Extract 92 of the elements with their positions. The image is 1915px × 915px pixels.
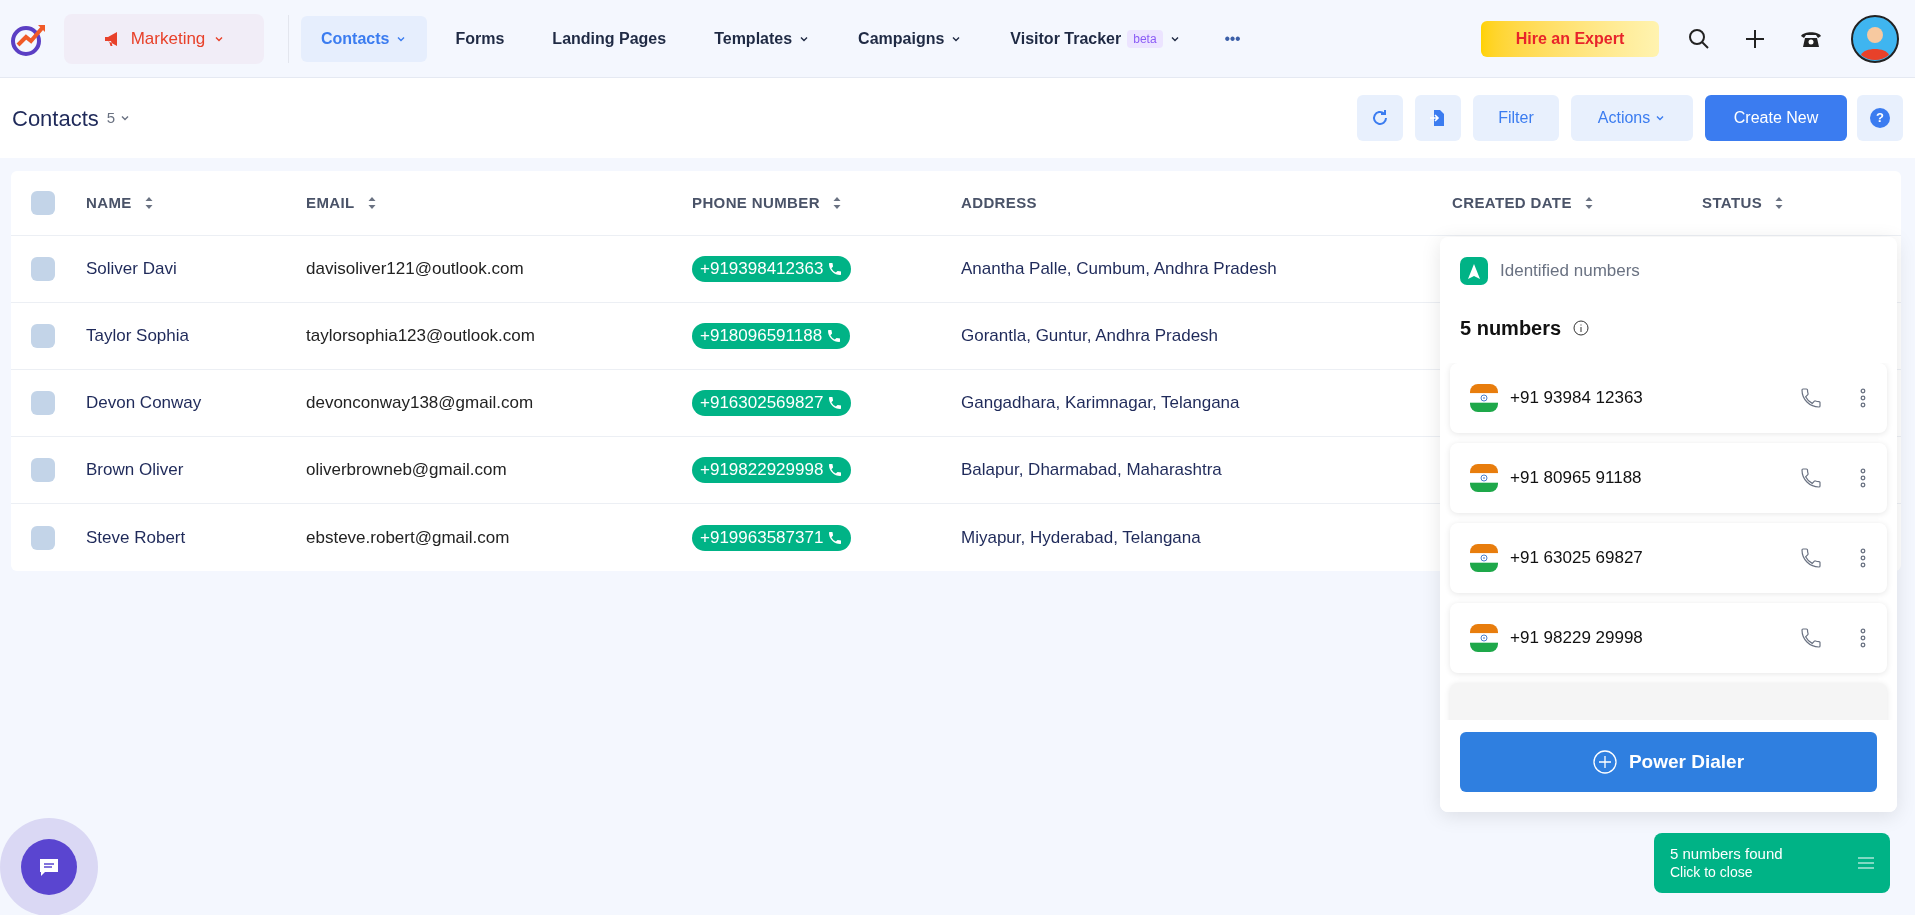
phone-icon	[827, 462, 844, 478]
nav-tab[interactable]: Contacts	[301, 15, 428, 62]
number-card[interactable]: +91 63025 69827	[1450, 523, 1887, 593]
nav-tab[interactable]: Templates	[694, 15, 831, 62]
toast-subtitle: Click to close	[1670, 863, 1754, 882]
contact-address: Miyapur, Hyderabad, Telangana	[961, 526, 1202, 549]
import-button[interactable]	[1415, 95, 1461, 141]
phone-number-badge[interactable]: +919963587371	[692, 524, 852, 551]
phone-number-badge[interactable]: +918096591188	[692, 323, 851, 349]
contact-address: Gangadhara, Karimnagar, Telangana	[961, 392, 1241, 415]
contact-name: Devon Conway	[86, 392, 203, 415]
contact-address: Balapur, Dharmabad, Maharashtra	[961, 459, 1223, 482]
create-new-button[interactable]: Create New	[1705, 95, 1847, 141]
select-all-checkbox[interactable]	[31, 191, 55, 215]
numbers-count: 5 numbers	[1460, 316, 1562, 341]
phone-icon	[827, 395, 844, 411]
nav-tab[interactable]: Forms	[435, 15, 525, 62]
row-checkbox[interactable]	[31, 324, 55, 348]
sort-icon[interactable]	[831, 196, 842, 210]
more-icon[interactable]	[1859, 548, 1867, 568]
contact-name: Taylor Sophia	[86, 325, 190, 348]
toast-notification[interactable]: 5 numbers found Click to close	[1654, 833, 1890, 893]
more-icon[interactable]	[1859, 388, 1867, 408]
plus-circle-icon	[1592, 750, 1617, 774]
column-header: CREATED DATE	[1452, 192, 1572, 213]
flag-icon	[1470, 624, 1498, 652]
contact-name: Brown Oliver	[86, 459, 185, 482]
phone-number: +91 80965 91188	[1510, 467, 1643, 490]
contact-name: Soliver Davi	[86, 258, 178, 281]
help-button[interactable]: ?	[1857, 95, 1903, 141]
panel-title: Identified numbers	[1500, 260, 1640, 283]
contact-address: Gorantla, Guntur, Andhra Pradesh	[961, 325, 1220, 348]
phone-icon[interactable]	[1799, 546, 1823, 570]
search-icon[interactable]	[1687, 26, 1711, 51]
app-logo-icon	[1460, 257, 1488, 285]
phone-number-badge[interactable]: +919398412363	[692, 256, 852, 282]
contact-email: taylorsophia123@outlook.com	[306, 325, 536, 348]
phone-icon	[826, 328, 843, 344]
contact-email: devonconway138@gmail.com	[306, 392, 535, 415]
avatar-icon[interactable]	[1851, 14, 1899, 63]
nav-tab[interactable]: Landing Pages	[532, 15, 687, 62]
sort-icon[interactable]	[143, 196, 154, 210]
more-icon[interactable]	[1859, 628, 1867, 648]
flag-icon	[1470, 464, 1498, 492]
more-menu[interactable]: •••	[1224, 26, 1241, 51]
nav-tab[interactable]: Visitor Tracker beta	[990, 15, 1201, 62]
workspace-dropdown[interactable]: Marketing	[64, 13, 264, 64]
phone-icon	[827, 261, 844, 277]
row-checkbox[interactable]	[31, 458, 55, 482]
phone-icon[interactable]	[1799, 386, 1823, 410]
row-checkbox[interactable]	[31, 257, 55, 281]
more-icon[interactable]	[1859, 468, 1867, 488]
phone-number: +91 63025 69827	[1510, 547, 1644, 570]
beta-badge: beta	[1127, 29, 1163, 48]
count-dropdown[interactable]: 5	[106, 106, 132, 130]
phone-icon	[827, 529, 844, 546]
contact-email: ebsteve.robert@gmail.com	[306, 526, 511, 549]
phone-number: +91 98229 29998	[1510, 627, 1644, 650]
sort-icon[interactable]	[1774, 196, 1785, 210]
page-title: Contacts	[12, 104, 99, 133]
number-card[interactable]: +91 80965 91188	[1450, 443, 1887, 513]
refresh-icon	[1370, 108, 1390, 128]
column-header: NAME	[86, 192, 132, 213]
nav-tab[interactable]: Campaigns	[838, 15, 983, 62]
contact-name: Steve Robert	[86, 526, 187, 549]
column-header: PHONE NUMBER	[692, 192, 820, 213]
row-checkbox[interactable]	[31, 391, 55, 415]
actions-dropdown[interactable]: Actions	[1571, 95, 1693, 141]
phone-number: +91 93984 12363	[1510, 387, 1644, 410]
number-card[interactable]: +91 98229 29998	[1450, 603, 1887, 673]
sort-icon[interactable]	[1583, 196, 1594, 210]
phone-icon[interactable]	[1799, 626, 1823, 650]
phone-number-badge[interactable]: +919822929998	[692, 457, 852, 483]
column-header: EMAIL	[306, 192, 355, 213]
contact-email: davisoliver121@outlook.com	[306, 258, 525, 281]
phone-icon[interactable]	[1799, 466, 1823, 490]
phone-number-badge[interactable]: +916302569827	[692, 390, 852, 416]
column-header: STATUS	[1702, 192, 1763, 213]
number-card[interactable]: +91 93984 12363	[1450, 363, 1887, 433]
refresh-button[interactable]	[1357, 95, 1403, 141]
hire-expert-button[interactable]: Hire an Expert	[1481, 20, 1659, 57]
toast-title: 5 numbers found	[1670, 844, 1784, 864]
filter-button[interactable]: Filter	[1473, 95, 1559, 141]
contact-email: oliverbrowneb@gmail.com	[306, 459, 508, 482]
contact-address: Anantha Palle, Cumbum, Andhra Pradesh	[961, 258, 1278, 281]
row-checkbox[interactable]	[31, 525, 55, 550]
flag-icon	[1470, 544, 1498, 572]
power-dialer-button[interactable]: Power Dialer	[1460, 732, 1877, 792]
info-icon[interactable]	[1573, 320, 1590, 336]
sort-icon[interactable]	[366, 196, 377, 210]
column-header: ADDRESS	[961, 192, 1037, 213]
flag-icon	[1470, 384, 1498, 412]
